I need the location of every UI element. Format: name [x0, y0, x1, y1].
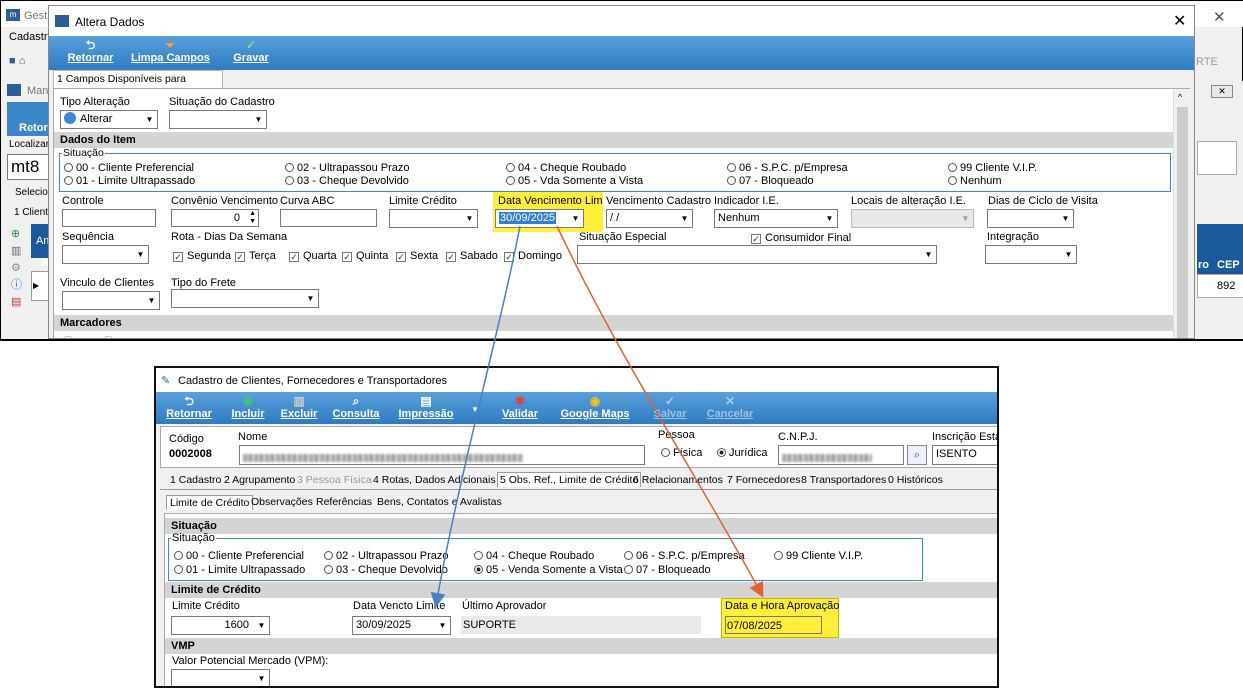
annotation-arrows — [430, 225, 764, 608]
red-arrow — [556, 225, 764, 598]
blue-arrow — [430, 225, 521, 608]
